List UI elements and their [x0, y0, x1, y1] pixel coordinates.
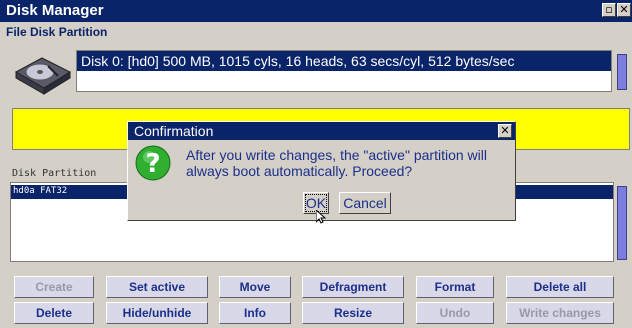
disk-list-scrollbar[interactable] [617, 54, 627, 90]
dialog-message: After you write changes, the "active" pa… [186, 147, 487, 179]
create-button[interactable]: Create [14, 276, 94, 298]
dialog-title-bar: Confirmation ✕ [128, 122, 515, 140]
partition-section-label: Disk Partition [12, 168, 97, 179]
disk-list[interactable]: Disk 0: [hd0] 500 MB, 1015 cyls, 16 head… [76, 50, 612, 92]
close-button[interactable]: ✕ [617, 3, 631, 17]
menu-label[interactable]: File Disk Partition [6, 25, 107, 39]
hard-disk-icon [14, 57, 72, 95]
info-button[interactable]: Info [219, 302, 291, 324]
restore-button[interactable]: ▫ [602, 3, 616, 17]
delete-button[interactable]: Delete [14, 302, 94, 324]
disk-manager-window: Disk Manager ▫ ✕ File Disk Partition Dis… [0, 0, 632, 328]
cancel-button[interactable]: Cancel [339, 192, 391, 214]
confirmation-dialog: Confirmation ✕ ? After you write changes… [127, 121, 516, 224]
window-title: Disk Manager [6, 2, 104, 19]
move-button[interactable]: Move [219, 276, 291, 298]
disk-row[interactable]: Disk 0: [hd0] 500 MB, 1015 cyls, 16 head… [77, 51, 611, 71]
dialog-title: Confirmation [134, 123, 214, 139]
svg-text:?: ? [145, 149, 160, 179]
dialog-close-button[interactable]: ✕ [498, 124, 512, 138]
title-bar: Disk Manager ▫ ✕ [0, 0, 632, 22]
delete-all-button[interactable]: Delete all [506, 276, 614, 298]
set-active-button[interactable]: Set active [106, 276, 208, 298]
resize-button[interactable]: Resize [302, 302, 404, 324]
undo-button[interactable]: Undo [416, 302, 494, 324]
menu-bar: File Disk Partition [0, 22, 632, 42]
format-button[interactable]: Format [416, 276, 494, 298]
defragment-button[interactable]: Defragment [302, 276, 404, 298]
write-changes-button[interactable]: Write changes [506, 302, 614, 324]
partition-list-scrollbar[interactable] [617, 186, 627, 260]
question-icon: ? [135, 145, 171, 181]
mouse-pointer-icon [316, 210, 326, 224]
hide-unhide-button[interactable]: Hide/unhide [106, 302, 208, 324]
